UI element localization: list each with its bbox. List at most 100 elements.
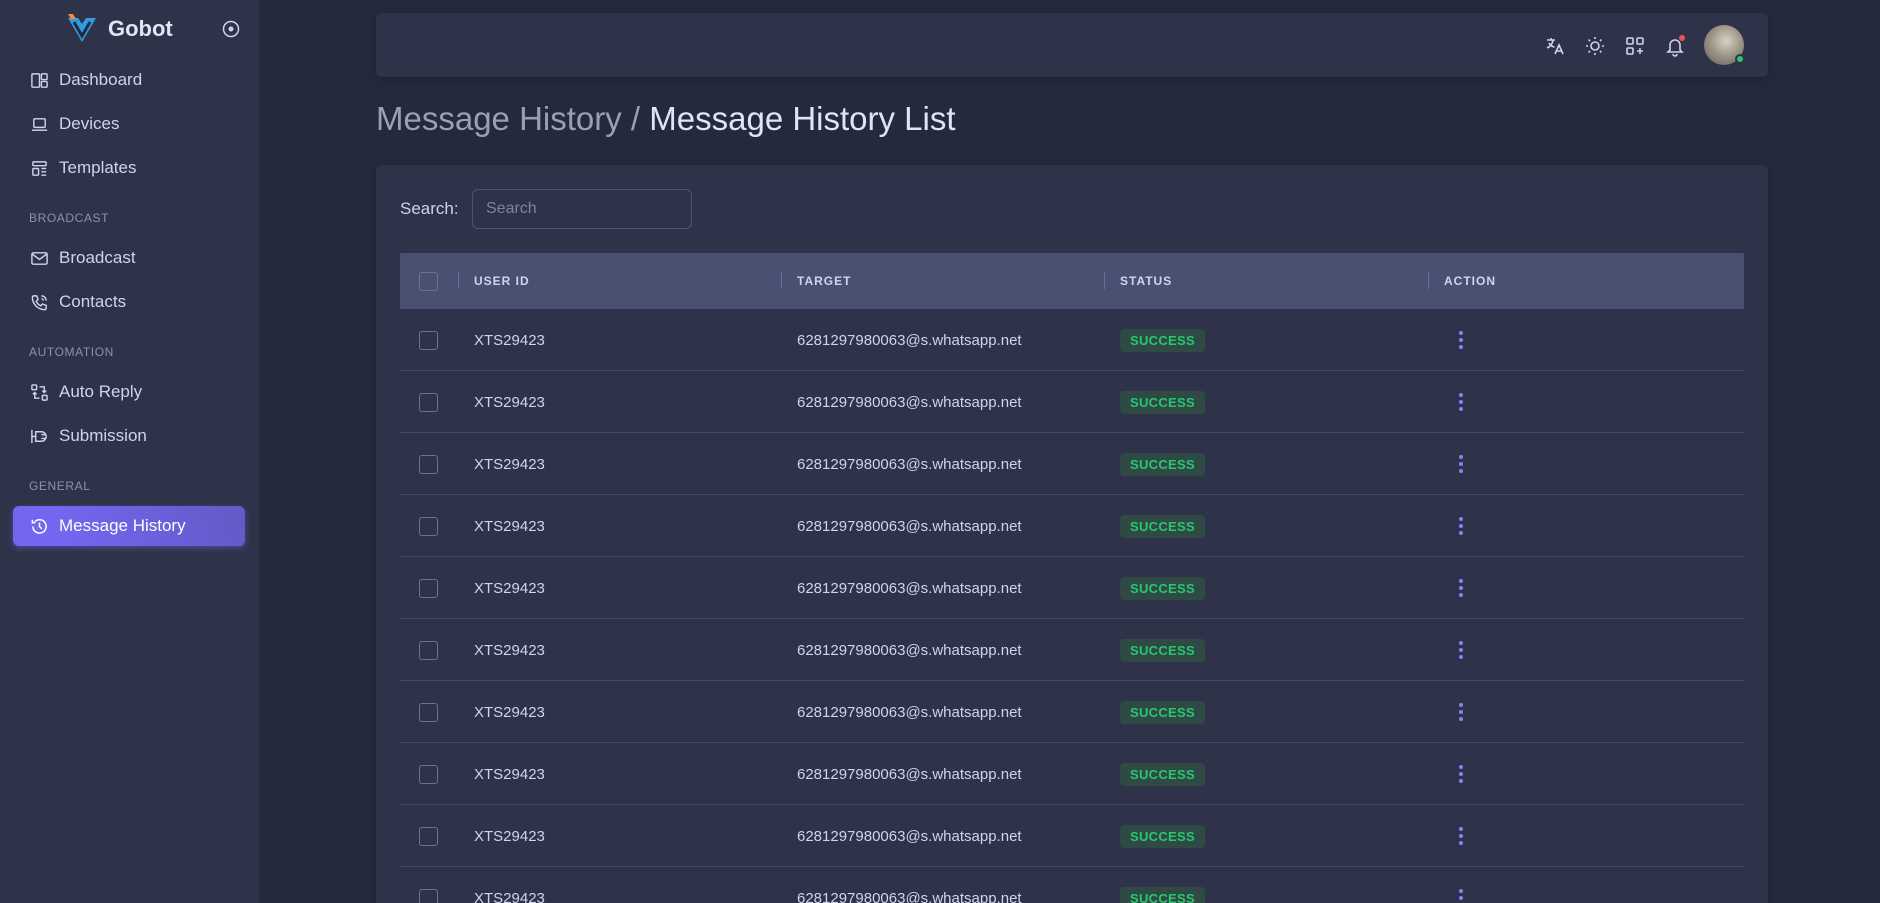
action-cell xyxy=(1451,867,1471,903)
row-checkbox[interactable] xyxy=(419,578,438,598)
sidebar-item-message-history[interactable]: Message History xyxy=(13,506,245,546)
action-cell xyxy=(1451,619,1471,681)
action-cell xyxy=(1451,681,1471,743)
table-header: USER ID TARGET STATUS ACTION xyxy=(400,253,1744,309)
apps-add-icon[interactable] xyxy=(1623,34,1647,58)
column-divider xyxy=(1428,272,1429,289)
select-all-checkbox[interactable] xyxy=(419,271,438,291)
search-input[interactable] xyxy=(472,189,692,229)
sidebar-item-templates[interactable]: Templates xyxy=(13,148,245,188)
bell-icon[interactable] xyxy=(1663,34,1687,58)
column-header-user-id[interactable]: USER ID xyxy=(474,253,530,309)
arrows-exchange-icon xyxy=(29,382,49,402)
breadcrumb-current: Message History List xyxy=(649,100,956,137)
more-vertical-icon[interactable] xyxy=(1451,762,1471,786)
user-id-cell: XTS29423 xyxy=(474,331,545,349)
section-label-general: GENERAL xyxy=(29,479,91,493)
select-cell xyxy=(419,681,438,743)
status-badge: SUCCESS xyxy=(1120,514,1205,538)
select-cell xyxy=(419,371,438,433)
column-header-action: ACTION xyxy=(1444,274,1496,288)
row-checkbox[interactable] xyxy=(419,826,438,846)
target-cell: 6281297980063@s.whatsapp.net xyxy=(797,889,1022,903)
status-cell: SUCCESS xyxy=(1120,743,1205,805)
column-header-target[interactable]: TARGET xyxy=(797,253,851,309)
target-cell: 6281297980063@s.whatsapp.net xyxy=(797,765,1022,783)
status-badge: SUCCESS xyxy=(1120,700,1205,724)
more-vertical-icon[interactable] xyxy=(1451,452,1471,476)
collapse-menu-icon[interactable] xyxy=(222,20,240,38)
user-id-cell: XTS29423 xyxy=(474,827,545,845)
row-checkbox[interactable] xyxy=(419,392,438,412)
sidebar-item-devices[interactable]: Devices xyxy=(13,104,245,144)
more-vertical-icon[interactable] xyxy=(1451,576,1471,600)
status-badge: SUCCESS xyxy=(1120,638,1205,662)
target-cell: 6281297980063@s.whatsapp.net xyxy=(797,393,1022,411)
status-cell: SUCCESS xyxy=(1120,495,1205,557)
row-checkbox[interactable] xyxy=(419,888,438,903)
row-checkbox[interactable] xyxy=(419,764,438,784)
target-cell: 6281297980063@s.whatsapp.net xyxy=(797,517,1022,535)
action-cell xyxy=(1451,805,1471,867)
sun-icon[interactable] xyxy=(1583,34,1607,58)
table-row: XTS29423 6281297980063@s.whatsapp.net SU… xyxy=(400,867,1744,903)
page-title: Message History / Message History List xyxy=(376,100,956,138)
sidebar-item-label: Message History xyxy=(59,516,186,535)
more-vertical-icon[interactable] xyxy=(1451,824,1471,848)
laptop-icon xyxy=(29,114,49,134)
status-cell: SUCCESS xyxy=(1120,867,1205,903)
status-cell: SUCCESS xyxy=(1120,371,1205,433)
translate-icon[interactable] xyxy=(1543,34,1567,58)
status-cell: SUCCESS xyxy=(1120,557,1205,619)
select-cell xyxy=(419,495,438,557)
avatar[interactable] xyxy=(1704,25,1745,65)
sidebar-item-dashboard[interactable]: Dashboard xyxy=(13,60,245,100)
more-vertical-icon[interactable] xyxy=(1451,514,1471,538)
section-label-automation: AUTOMATION xyxy=(29,345,114,359)
row-checkbox[interactable] xyxy=(419,330,438,350)
select-cell xyxy=(419,433,438,495)
row-checkbox[interactable] xyxy=(419,516,438,536)
table-row: XTS29423 6281297980063@s.whatsapp.net SU… xyxy=(400,743,1744,805)
sidebar-item-broadcast[interactable]: Broadcast xyxy=(13,238,245,278)
target-cell: 6281297980063@s.whatsapp.net xyxy=(797,579,1022,597)
sidebar-item-submission[interactable]: Submission xyxy=(13,416,245,456)
row-checkbox[interactable] xyxy=(419,454,438,474)
select-cell xyxy=(419,867,438,903)
more-vertical-icon[interactable] xyxy=(1451,390,1471,414)
status-badge: SUCCESS xyxy=(1120,328,1205,352)
more-vertical-icon[interactable] xyxy=(1451,328,1471,352)
more-vertical-icon[interactable] xyxy=(1451,700,1471,724)
select-cell xyxy=(419,557,438,619)
more-vertical-icon[interactable] xyxy=(1451,886,1471,903)
action-cell xyxy=(1451,371,1471,433)
sidebar-item-label: Auto Reply xyxy=(59,382,143,401)
table-row: XTS29423 6281297980063@s.whatsapp.net SU… xyxy=(400,557,1744,619)
brand[interactable]: Gobot xyxy=(64,12,244,46)
table-row: XTS29423 6281297980063@s.whatsapp.net SU… xyxy=(400,371,1744,433)
action-cell xyxy=(1451,495,1471,557)
column-header-status[interactable]: STATUS xyxy=(1120,253,1172,309)
status-cell: SUCCESS xyxy=(1120,309,1205,371)
more-vertical-icon[interactable] xyxy=(1451,638,1471,662)
app-name: Gobot xyxy=(108,16,173,41)
select-all-cell xyxy=(419,253,438,309)
top-navbar xyxy=(376,13,1768,77)
gobot-logo-icon xyxy=(68,14,96,42)
sidebar-item-contacts[interactable]: Contacts xyxy=(13,282,245,322)
search-label: Search: xyxy=(400,199,459,218)
status-badge: SUCCESS xyxy=(1120,390,1205,414)
sidebar-item-auto-reply[interactable]: Auto Reply xyxy=(13,372,245,412)
table-row: XTS29423 6281297980063@s.whatsapp.net SU… xyxy=(400,805,1744,867)
table-row: XTS29423 6281297980063@s.whatsapp.net SU… xyxy=(400,309,1744,371)
breadcrumb-parent[interactable]: Message History xyxy=(376,100,622,137)
status-badge: SUCCESS xyxy=(1120,576,1205,600)
row-checkbox[interactable] xyxy=(419,640,438,660)
select-cell xyxy=(419,743,438,805)
status-cell: SUCCESS xyxy=(1120,619,1205,681)
action-cell xyxy=(1451,433,1471,495)
select-cell xyxy=(419,619,438,681)
sidebar-item-label: Templates xyxy=(59,158,137,177)
row-checkbox[interactable] xyxy=(419,702,438,722)
target-cell: 6281297980063@s.whatsapp.net xyxy=(797,827,1022,845)
